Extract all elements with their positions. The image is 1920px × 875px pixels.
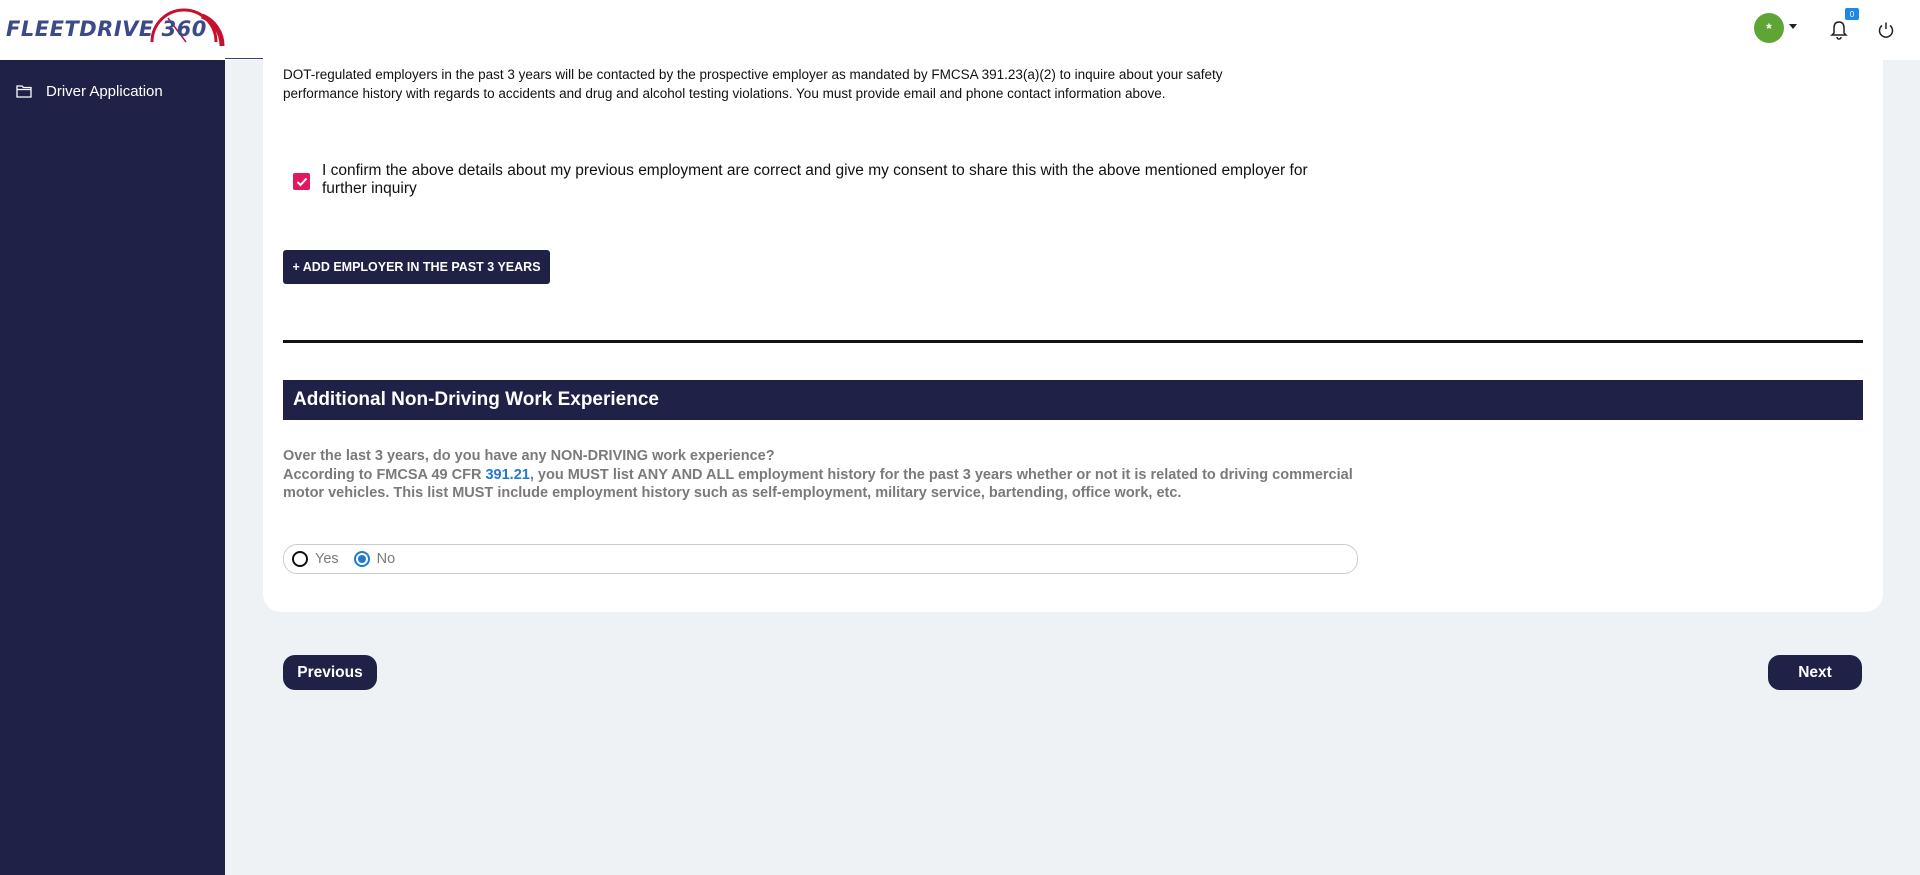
previous-button[interactable]: Previous [283, 655, 377, 690]
user-avatar[interactable]: * [1754, 13, 1784, 43]
radio-no[interactable] [353, 551, 370, 567]
form-card: DOT-regulated employers in the past 3 ye… [263, 50, 1883, 612]
brand-logo[interactable]: FLEETDRIVE 360 [6, 6, 226, 52]
chevron-down-icon[interactable] [1789, 24, 1797, 29]
question-prefix: According to FMCSA 49 CFR [283, 466, 486, 483]
sidebar: Driver Application [0, 60, 225, 875]
section-divider [283, 340, 1863, 343]
section-title: Additional Non-Driving Work Experience [283, 380, 1863, 420]
checkmark-icon [296, 177, 307, 186]
non-driving-radio-group: Yes No [283, 544, 1358, 574]
consent-label: I confirm the above details about my pre… [322, 162, 1308, 197]
notification-badge: 0 [1845, 8, 1859, 20]
consent-row: I confirm the above details about my pre… [293, 162, 1323, 198]
question-detail: According to FMCSA 49 CFR 391.21, you MU… [283, 466, 1383, 503]
fmcsa-link[interactable]: 391.21 [485, 467, 529, 483]
section-title-text: Additional Non-Driving Work Experience [293, 389, 659, 410]
sidebar-item-label: Driver Application [46, 82, 163, 100]
logo-text: FLEETDRIVE 360 [6, 17, 207, 41]
radio-selected-dot [357, 555, 366, 563]
intro-text: DOT-regulated employers in the past 3 ye… [283, 67, 1223, 101]
power-icon[interactable] [1877, 21, 1895, 39]
avatar-initial: * [1766, 20, 1772, 36]
consent-checkbox[interactable] [293, 173, 310, 190]
add-employer-button[interactable]: + ADD EMPLOYER IN THE PAST 3 YEARS [283, 250, 550, 284]
bell-icon[interactable] [1830, 20, 1848, 40]
radio-no-label: No [376, 551, 396, 567]
sidebar-item-driver-application[interactable]: Driver Application [0, 80, 225, 102]
folder-icon [16, 85, 32, 98]
radio-yes-label: Yes [315, 551, 339, 567]
next-button[interactable]: Next [1768, 655, 1862, 690]
radio-yes[interactable] [292, 551, 308, 567]
non-driving-question: Over the last 3 years, do you have any N… [283, 447, 1383, 503]
question-line: Over the last 3 years, do you have any N… [283, 448, 775, 464]
